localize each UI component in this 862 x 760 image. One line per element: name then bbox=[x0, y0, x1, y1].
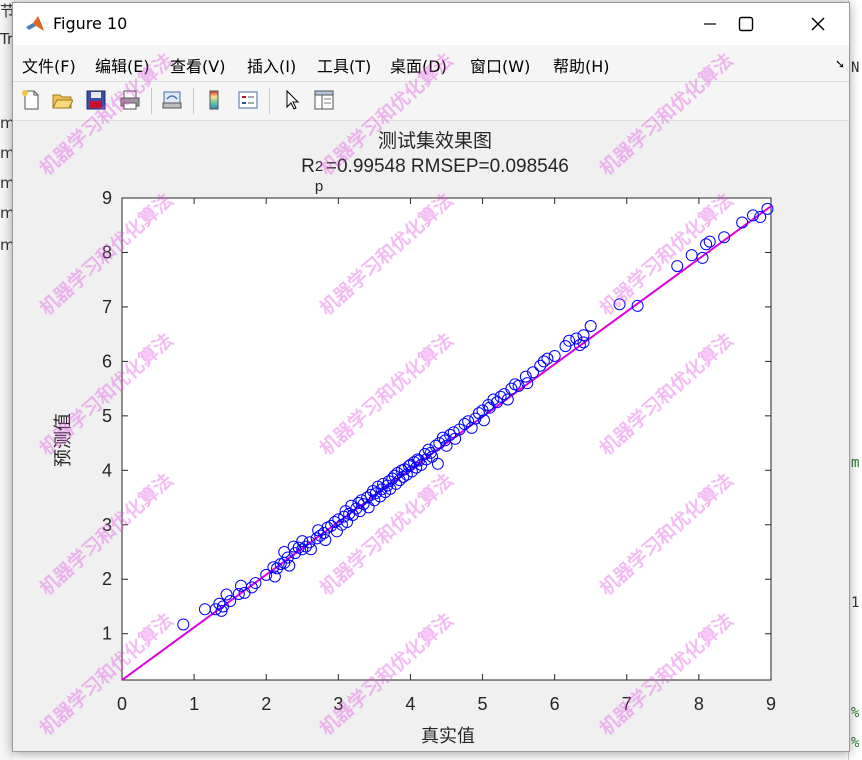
y-axis-label: 预测值 bbox=[53, 413, 74, 467]
menu-edit[interactable]: 编辑(E) bbox=[95, 53, 150, 77]
menu-tools[interactable]: 工具(T) bbox=[317, 53, 371, 77]
background-text-fragment: % bbox=[851, 735, 860, 751]
window-title: Figure 10 bbox=[53, 14, 128, 33]
menu-help[interactable]: 帮助(H) bbox=[553, 53, 610, 77]
property-inspector-icon[interactable] bbox=[311, 87, 337, 113]
close-button[interactable] bbox=[784, 3, 852, 45]
background-matlab-desktop-right: Nm 1%% bbox=[848, 0, 862, 760]
close-icon bbox=[811, 17, 825, 31]
insert-legend-icon[interactable] bbox=[235, 87, 261, 113]
toolbar-separator bbox=[151, 88, 152, 114]
save-icon[interactable] bbox=[83, 87, 109, 113]
menubar-dock-arrow-icon[interactable]: ➘ bbox=[835, 57, 845, 71]
menu-insert[interactable]: 插入(I) bbox=[247, 53, 296, 77]
subtitle-sub: p bbox=[314, 178, 324, 195]
background-text-fragment: N bbox=[851, 60, 860, 76]
subtitle-sup: 2 bbox=[314, 158, 324, 175]
edit-plot-icon[interactable] bbox=[279, 87, 305, 113]
maximize-button[interactable] bbox=[712, 3, 780, 45]
toolbar-separator bbox=[269, 88, 270, 114]
background-text-fragment: m bbox=[851, 455, 860, 471]
subtitle-stats: =0.99548 RMSEP=0.098546 bbox=[325, 156, 569, 177]
figure-canvas[interactable] bbox=[13, 121, 849, 751]
menu-file[interactable]: 文件(F) bbox=[22, 53, 76, 77]
link-plot-icon[interactable] bbox=[159, 87, 185, 113]
x-axis-label: 真实值 bbox=[421, 726, 475, 747]
background-text-fragment: % bbox=[851, 705, 860, 721]
menu-desktop[interactable]: 桌面(D) bbox=[390, 53, 447, 77]
subtitle-r: R bbox=[301, 156, 315, 177]
insert-colorbar-icon[interactable] bbox=[201, 87, 227, 113]
menu-bar: 文件(F) 编辑(E) 查看(V) 插入(I) 工具(T) 桌面(D) 窗口(W… bbox=[13, 45, 849, 82]
menu-view[interactable]: 查看(V) bbox=[170, 53, 225, 77]
maximize-icon bbox=[738, 16, 754, 32]
background-text-fragment: 1 bbox=[851, 595, 860, 611]
toolbar-separator bbox=[193, 88, 194, 114]
new-figure-icon[interactable] bbox=[18, 87, 44, 113]
figure-toolbar bbox=[13, 82, 849, 121]
matlab-logo-icon bbox=[26, 16, 44, 31]
chart-subtitle: R 2 p =0.99548 RMSEP=0.098546 bbox=[110, 156, 760, 195]
print-icon[interactable] bbox=[117, 87, 143, 113]
chart-title: 测试集效果图 bbox=[377, 130, 492, 152]
title-bar[interactable]: Figure 10 bbox=[13, 3, 849, 45]
menu-window[interactable]: 窗口(W) bbox=[470, 53, 530, 77]
open-file-icon[interactable] bbox=[49, 87, 75, 113]
figure-window: Figure 10 文件(F) 编辑(E) 查看(V) 插入(I) 工具(T) … bbox=[12, 2, 850, 752]
